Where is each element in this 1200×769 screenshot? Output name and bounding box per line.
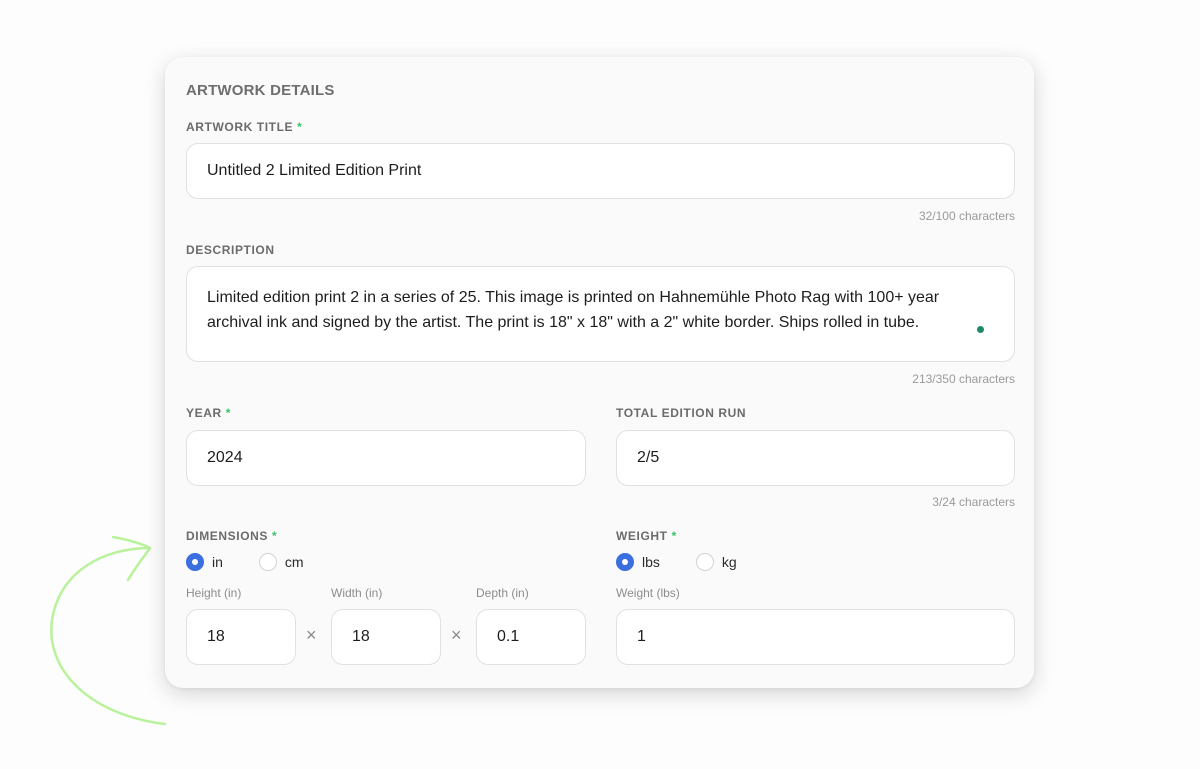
depth-input[interactable]: 0.1 [476, 609, 586, 665]
status-dot [977, 326, 984, 333]
section-title: ARTWORK DETAILS [186, 82, 335, 99]
artwork-title-label: ARTWORK TITLE * [186, 120, 303, 134]
depth-label: Depth (in) [476, 586, 529, 600]
edition-run-label: TOTAL EDITION RUN [616, 406, 747, 420]
unit-kg-label[interactable]: kg [722, 554, 737, 570]
annotation-arrow [50, 546, 167, 726]
year-input[interactable]: 2024 [186, 430, 586, 486]
unit-lbs-radio[interactable] [616, 553, 634, 571]
unit-in-label[interactable]: in [212, 554, 223, 570]
required-mark: * [671, 529, 677, 543]
required-mark: * [272, 529, 278, 543]
year-label: YEAR * [186, 406, 232, 420]
weight-field-label: Weight (lbs) [616, 586, 680, 600]
unit-lbs-label[interactable]: lbs [642, 554, 660, 570]
dimensions-label: DIMENSIONS * [186, 529, 278, 543]
unit-in-radio[interactable] [186, 553, 204, 571]
required-mark: * [297, 120, 303, 134]
times-icon: × [306, 625, 317, 645]
edition-run-input[interactable]: 2/5 [616, 430, 1015, 486]
description-textarea[interactable]: Limited edition print 2 in a series of 2… [186, 266, 1015, 362]
width-label: Width (in) [331, 586, 383, 600]
weight-input[interactable]: 1 [616, 609, 1015, 665]
height-input[interactable]: 18 [186, 609, 296, 665]
weight-label: WEIGHT * [616, 529, 677, 543]
description-label: DESCRIPTION [186, 243, 275, 257]
weight-unit-group: lbs kg [616, 553, 773, 571]
height-label: Height (in) [186, 586, 242, 600]
unit-cm-label[interactable]: cm [285, 554, 304, 570]
times-icon: × [451, 625, 462, 645]
width-input[interactable]: 18 [331, 609, 441, 665]
edition-run-counter: 3/24 characters [932, 495, 1015, 509]
artwork-title-counter: 32/100 characters [918, 209, 1015, 223]
unit-kg-radio[interactable] [695, 553, 714, 571]
annotation-arrowhead [111, 535, 152, 582]
dimension-unit-group: in cm [186, 553, 340, 571]
required-mark: * [225, 406, 232, 420]
unit-cm-radio[interactable] [258, 553, 277, 571]
artwork-title-input[interactable]: Untitled 2 Limited Edition Print [186, 143, 1015, 199]
artwork-details-card: ARTWORK DETAILS ARTWORK TITLE * Untitled … [165, 57, 1034, 688]
description-counter: 213/350 characters [912, 372, 1015, 386]
